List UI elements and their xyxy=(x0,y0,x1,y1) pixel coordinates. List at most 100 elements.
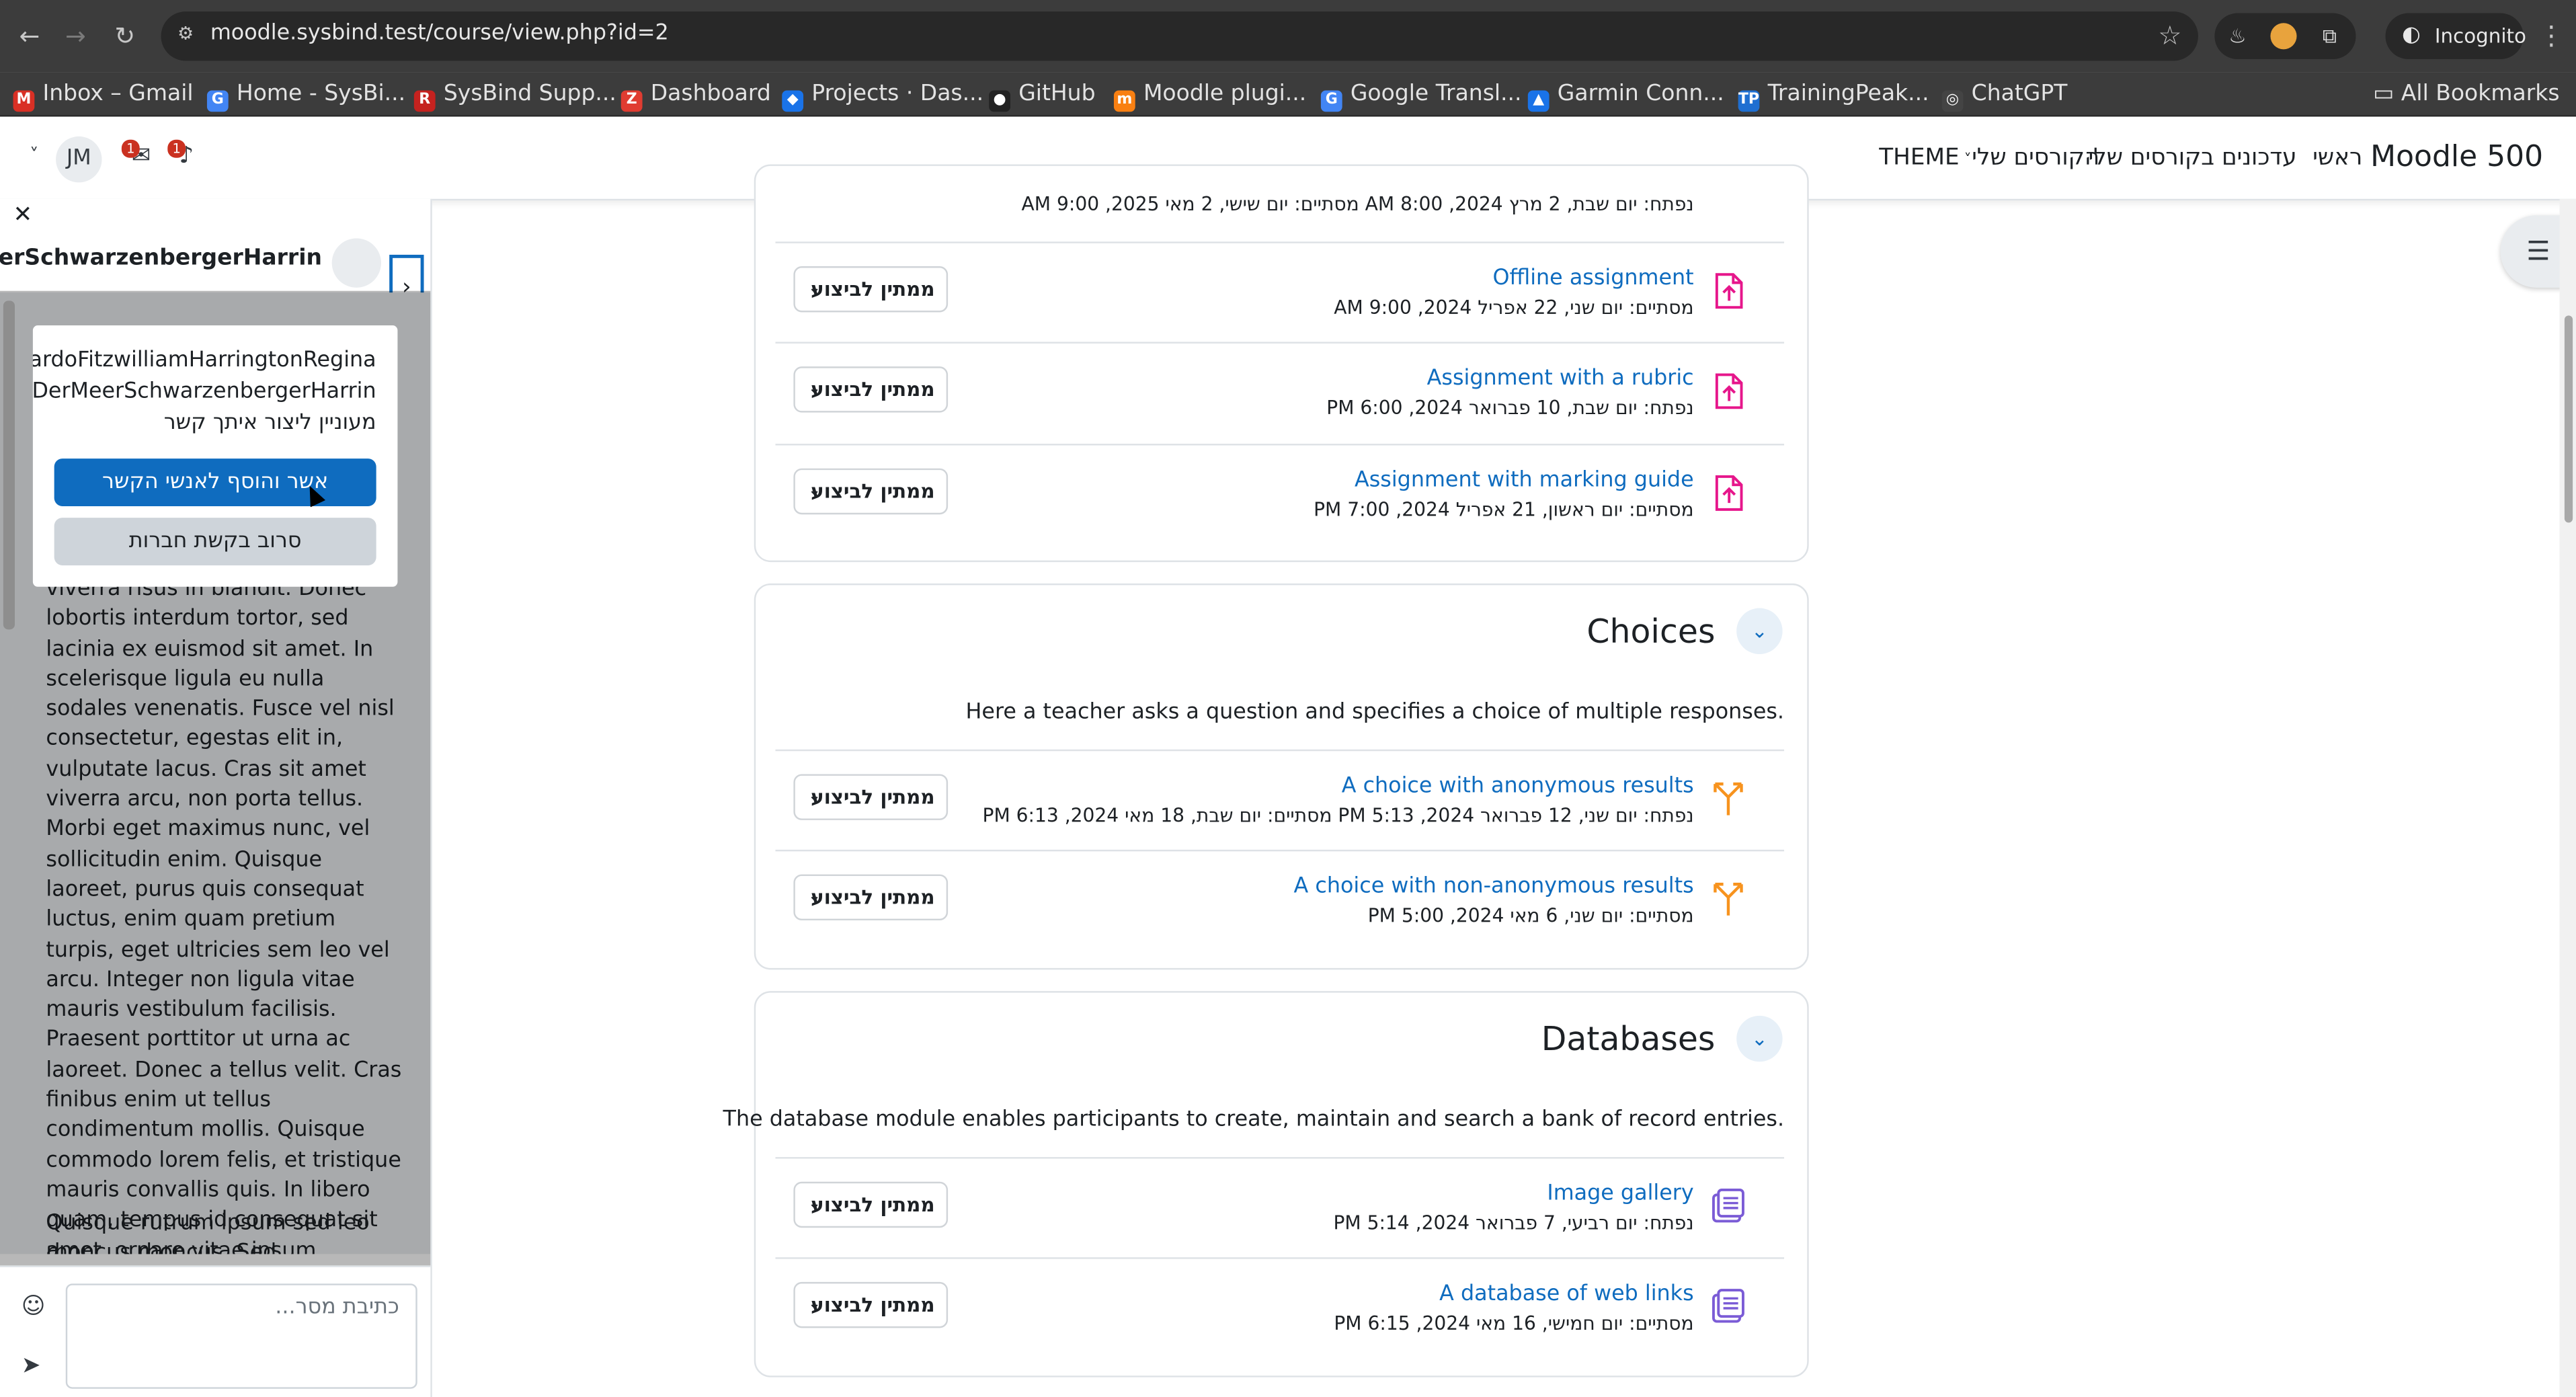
nav-theme-menu[interactable]: THEME ˅ xyxy=(1879,145,1971,171)
contact-request-dialog: elLeonardoFitzwilliamHarringtonRegina al… xyxy=(32,325,398,587)
message-input[interactable]: כתיבת מסר... xyxy=(65,1283,417,1389)
bookmark-label: ChatGPT xyxy=(1971,80,2068,107)
chevron-down-icon: ⌄ xyxy=(1751,619,1768,643)
section-description-choices: Here a teacher asks a question and speci… xyxy=(965,700,1785,725)
activity-row: ⌄ ממתין לביצוע Assignment with a rubric נפת… xyxy=(775,342,1785,444)
completion-status-dropdown[interactable]: ⌄ ממתין לביצוע xyxy=(793,1281,949,1328)
viewport: ← → ↻ ⚙ moodle.sysbind.test/course/view.… xyxy=(0,0,2576,1397)
user-menu-caret-icon[interactable]: ˅ xyxy=(30,145,38,166)
nav-my-courses[interactable]: הקורסים שלי xyxy=(1972,145,2099,171)
activity-row: ⌄ ממתין לביצוע Assignment with marking gui… xyxy=(775,444,1785,546)
bookmark-9[interactable]: TP TrainingPeak... xyxy=(1738,77,1929,112)
bookmark-label: Garmin Conn... xyxy=(1557,80,1724,107)
forward-icon[interactable]: → xyxy=(59,19,92,52)
collapse-databases-button[interactable]: ⌄ xyxy=(1736,1015,1783,1062)
activity-link[interactable]: Offline assignment xyxy=(1492,266,1693,291)
page-scrollbar-thumb[interactable] xyxy=(2564,315,2573,523)
z-icon: Z xyxy=(620,90,643,112)
activity-row: ⌄ ממתין לביצוע A database of web links מסתי… xyxy=(775,1257,1785,1359)
incognito-indicator[interactable]: ◐ Incognito xyxy=(2385,13,2526,60)
bookmark-0[interactable]: M Inbox – Gmail xyxy=(13,77,194,112)
activity-link[interactable]: A database of web links xyxy=(1439,1282,1693,1307)
status-label: ממתין לביצוע xyxy=(811,479,935,504)
status-label: ממתין לביצוע xyxy=(811,885,935,909)
activity-dates: נפתח: יום שבת, 2 מרץ 2024, 8:00 AM מסתיי… xyxy=(1021,192,1694,216)
database-icon xyxy=(1705,1183,1751,1229)
notifications-count-badge: 1 xyxy=(167,139,186,158)
status-label: ממתין לביצוע xyxy=(811,378,935,401)
google-icon: G xyxy=(206,90,229,112)
completion-status-dropdown[interactable]: ⌄ ממתין לביצוע xyxy=(793,1181,949,1228)
activity-row: ⌄ ממתין לביצוע A choice with non-anonymous… xyxy=(775,849,1785,952)
completion-status-dropdown[interactable]: ⌄ ממתין לביצוע xyxy=(793,366,949,413)
bookmark-5[interactable]: ● GitHub xyxy=(989,77,1096,112)
bookmark-star-icon[interactable]: ☆ xyxy=(2158,19,2181,50)
nav-home[interactable]: ראשי xyxy=(2312,145,2362,171)
status-label: ממתין לביצוע xyxy=(811,1193,935,1217)
decline-request-button[interactable]: סרוב בקשת חברות xyxy=(54,518,376,565)
choice-icon xyxy=(1705,776,1751,822)
completion-status-dropdown[interactable]: ⌄ ממתין לביצוע xyxy=(793,266,949,313)
bookmark-label: Inbox – Gmail xyxy=(42,80,194,107)
extension-icon[interactable] xyxy=(2270,23,2297,50)
browser-menu-icon[interactable]: ⋮ xyxy=(2538,19,2565,50)
bookmark-4[interactable]: ◆ Projects · Das... xyxy=(782,77,983,112)
bookmark-label: TrainingPeak... xyxy=(1767,80,1929,107)
emoji-icon[interactable]: ☺ xyxy=(22,1293,46,1320)
collapse-choices-button[interactable]: ⌄ xyxy=(1736,608,1783,654)
contact-avatar[interactable] xyxy=(331,238,381,288)
activity-dates: מסתיים: יום חמישי, 16 מאי 2024, 6:15 PM xyxy=(1334,1311,1694,1335)
extensions-area: ♨ ⧉ xyxy=(2214,13,2356,60)
nav-course-updates[interactable]: עדכונים בקורסים שלי xyxy=(2089,145,2297,171)
site-info-icon[interactable]: ⚙ xyxy=(177,24,197,44)
status-label: ממתין לביצוע xyxy=(811,785,935,809)
all-bookmarks-button[interactable]: ▭ All Bookmarks xyxy=(2373,77,2559,110)
completion-status-dropdown[interactable]: ⌄ ממתין לביצוע xyxy=(793,874,949,921)
incognito-icon: ◐ xyxy=(2401,23,2421,48)
github-icon: ● xyxy=(989,90,1010,112)
reload-icon[interactable]: ↻ xyxy=(108,19,141,52)
bookmark-6[interactable]: m Moodle plugi... xyxy=(1113,77,1306,112)
activity-link[interactable]: A choice with anonymous results xyxy=(1342,774,1694,799)
accept-contact-button[interactable]: אשר והוסף לאנשי הקשר xyxy=(54,458,376,506)
bookmark-2[interactable]: R SysBind Supp... xyxy=(413,77,616,112)
activity-dates: מסתיים: יום ראשון, 21 אפריל 2024, 7:00 P… xyxy=(1314,497,1694,521)
status-label: ממתין לביצוע xyxy=(811,1293,935,1317)
section-title-databases: Databases xyxy=(1541,1019,1716,1059)
list-icon: ☰ xyxy=(2526,235,2550,267)
bookmarks-bar: ▭ All Bookmarks M Inbox – Gmail G Home - Sy… xyxy=(0,72,2576,117)
bookmark-1[interactable]: G Home - SysBi... xyxy=(206,77,406,112)
completion-status-dropdown[interactable]: ⌄ ממתין לביצוע xyxy=(793,774,949,820)
r-icon: R xyxy=(413,90,436,112)
activity-link[interactable]: Image gallery xyxy=(1547,1182,1693,1207)
garmin-icon: ▲ xyxy=(1527,90,1549,112)
activity-dates: מסתיים: יום שני, 22 אפריל 2024, 9:00 AM xyxy=(1334,296,1694,319)
flame-icon[interactable]: ♨ xyxy=(2224,23,2251,49)
choice-icon xyxy=(1705,876,1751,922)
bookmark-8[interactable]: ▲ Garmin Conn... xyxy=(1527,77,1724,112)
drawer-scrollbar-thumb[interactable] xyxy=(3,301,15,630)
all-bookmarks-label: All Bookmarks xyxy=(2401,80,2560,107)
puzzle-icon[interactable]: ⧉ xyxy=(2317,23,2343,49)
bookmark-label: Home - SysBi... xyxy=(236,80,406,107)
bookmark-7[interactable]: G Google Transl... xyxy=(1320,77,1522,112)
incognito-label: Incognito xyxy=(2434,24,2526,48)
address-bar[interactable]: ⚙ moodle.sysbind.test/course/view.php?id… xyxy=(161,11,2198,61)
back-icon[interactable]: ← xyxy=(13,19,46,52)
contact-name[interactable]: ...MeerSchwarzenbergerHarrin xyxy=(0,245,322,271)
site-brand[interactable]: Moodle 500 xyxy=(2370,140,2543,174)
completion-status-dropdown[interactable]: ⌄ ממתין לביצוע xyxy=(793,468,949,515)
nav-theme-label: THEME xyxy=(1879,145,1960,171)
assignment-upload-icon xyxy=(1705,470,1751,516)
activity-dates: נפתח: יום שני, 12 פברואר 2024, 5:13 PM מ… xyxy=(982,803,1694,827)
bookmark-10[interactable]: ◎ ChatGPT xyxy=(1941,77,2068,112)
bookmark-3[interactable]: Z Dashboard xyxy=(620,77,771,112)
activity-dates: נפתח: יום שבת, 10 פברואר 2024, 6:00 PM xyxy=(1326,396,1694,420)
folder-icon: ▭ xyxy=(2373,80,2401,107)
activity-dates: נפתח: יום רביעי, 7 פברואר 2024, 5:14 PM xyxy=(1333,1211,1694,1234)
send-icon[interactable]: ➤ xyxy=(22,1353,41,1379)
activity-link[interactable]: Assignment with a rubric xyxy=(1427,366,1694,391)
user-avatar[interactable]: JM xyxy=(56,136,102,183)
activity-link[interactable]: Assignment with marking guide xyxy=(1355,469,1694,493)
activity-link[interactable]: A choice with non-anonymous results xyxy=(1294,875,1694,900)
